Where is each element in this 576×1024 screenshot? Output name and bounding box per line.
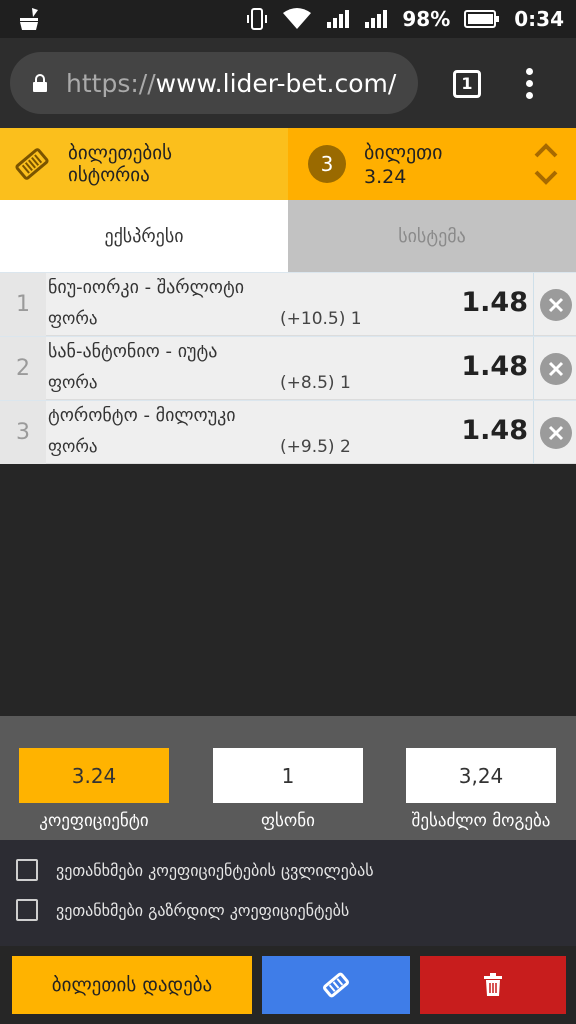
accept-increased-odds-option[interactable]: ვეთანხმები გაზრდილ კოეფიციენტებს: [16, 898, 349, 922]
ticket-icon: [15, 148, 49, 180]
cleaner-broom-icon: [20, 8, 38, 30]
ticket-history-button[interactable]: ბილეთების ისტორია: [0, 128, 288, 200]
accept-odds-change-label: ვეთანხმები კოეფიციენტების ცვლილებას: [56, 860, 374, 880]
ticket-action-button[interactable]: [262, 956, 410, 1014]
expand-collapse-chevrons-icon: [534, 143, 558, 185]
wifi-icon: [283, 8, 312, 29]
ticket-summary: 3.24 კოეფიციენტი 1 ფსონი 3,24 შესაძლო მო…: [0, 716, 576, 840]
divider: [533, 273, 534, 336]
accept-increased-odds-label: ვეთანხმები გაზრდილ კოეფიციენტებს: [56, 900, 350, 920]
bet-row: 3 ტორონტო - მილოუკი ფორა (+9.5) 2 1.48: [0, 400, 576, 464]
remove-bet-button[interactable]: [540, 353, 572, 385]
trash-icon: [484, 973, 502, 996]
bet-count-badge: 3: [308, 145, 346, 183]
ticket-history-label: ბილეთების ისტორია: [68, 142, 172, 186]
bet-line: (+8.5) 1: [280, 373, 351, 393]
ticket-title: ბილეთი: [364, 140, 443, 164]
close-icon: [548, 425, 564, 441]
action-bar: ბილეთის დადება: [0, 946, 576, 1024]
battery-percent: 98%: [402, 7, 451, 31]
bet-type-tabs: ექსპრესი სისტემა: [0, 200, 576, 272]
tab-system[interactable]: სისტემა: [288, 200, 576, 272]
possible-payout-value: 3,24: [406, 748, 556, 803]
clear-ticket-button[interactable]: [420, 956, 566, 1014]
lock-icon: [33, 74, 47, 92]
bet-market: ფორა: [48, 309, 98, 329]
ticket-header: ბილეთების ისტორია 3 ბილეთი 3.24: [0, 128, 576, 200]
signal-icon-2: [365, 10, 388, 28]
bet-match: ნიუ-იორკი - შარლოტი: [48, 277, 245, 298]
tab-switcher-button[interactable]: 1: [453, 70, 481, 98]
agreements-section: ვეთანხმები კოეფიციენტების ცვლილებას ვეთა…: [0, 840, 576, 946]
remove-bet-button[interactable]: [540, 289, 572, 321]
vibrate-icon: [247, 8, 268, 30]
accept-odds-change-option[interactable]: ვეთანხმები კოეფიციენტების ცვლილებას: [16, 858, 374, 882]
bet-number: 2: [0, 337, 46, 400]
url-text: https://www.lider-bet.com/: [66, 68, 397, 98]
divider: [533, 337, 534, 400]
divider: [533, 401, 534, 464]
close-icon: [548, 361, 564, 377]
stake-column: 1 ფსონი: [213, 748, 363, 831]
payout-column: 3,24 შესაძლო მოგება: [406, 748, 556, 831]
bet-market: ფორა: [48, 437, 98, 457]
remove-bet-button[interactable]: [540, 417, 572, 449]
bet-row: 1 ნიუ-იორკი - შარლოტი ფორა (+10.5) 1 1.4…: [0, 272, 576, 336]
accept-odds-change-checkbox[interactable]: [16, 859, 38, 881]
bet-match: სან-ანტონიო - იუტა: [48, 341, 218, 362]
battery-icon: [464, 10, 500, 28]
coefficient-value: 3.24: [19, 748, 169, 803]
accept-increased-odds-checkbox[interactable]: [16, 899, 38, 921]
close-icon: [548, 297, 564, 313]
ticket-total-odds: 3.24: [364, 166, 407, 188]
stake-input[interactable]: 1: [213, 748, 363, 803]
bet-line: (+9.5) 2: [280, 437, 351, 457]
ticket-icon: [323, 972, 349, 998]
bet-line: (+10.5) 1: [280, 309, 362, 329]
bet-match: ტორონტო - მილოუკი: [48, 405, 236, 426]
signal-icon-1: [327, 10, 350, 28]
stake-label: ფსონი: [261, 811, 315, 831]
status-bar: 98% 0:34: [0, 0, 576, 38]
possible-payout-label: შესაძლო მოგება: [411, 811, 551, 831]
tab-express[interactable]: ექსპრესი: [0, 200, 288, 272]
browser-menu-button[interactable]: [526, 68, 534, 102]
bet-odds: 1.48: [461, 351, 528, 382]
bet-row: 2 სან-ანტონიო - იუტა ფორა (+8.5) 1 1.48: [0, 336, 576, 400]
ticket-summary-toggle[interactable]: 3 ბილეთი 3.24: [288, 128, 576, 200]
bet-market: ფორა: [48, 373, 98, 393]
place-ticket-button[interactable]: ბილეთის დადება: [12, 956, 252, 1014]
bet-odds: 1.48: [461, 287, 528, 318]
coefficient-label: კოეფიციენტი: [39, 811, 149, 831]
coefficient-column: 3.24 კოეფიციენტი: [19, 748, 169, 831]
browser-toolbar: https://www.lider-bet.com/ 1: [0, 38, 576, 128]
address-bar[interactable]: https://www.lider-bet.com/: [10, 52, 418, 114]
clock: 0:34: [514, 7, 564, 31]
bet-number: 3: [0, 401, 46, 464]
bet-number: 1: [0, 273, 46, 336]
bet-list: 1 ნიუ-იორკი - შარლოტი ფორა (+10.5) 1 1.4…: [0, 272, 576, 464]
bet-odds: 1.48: [461, 415, 528, 446]
